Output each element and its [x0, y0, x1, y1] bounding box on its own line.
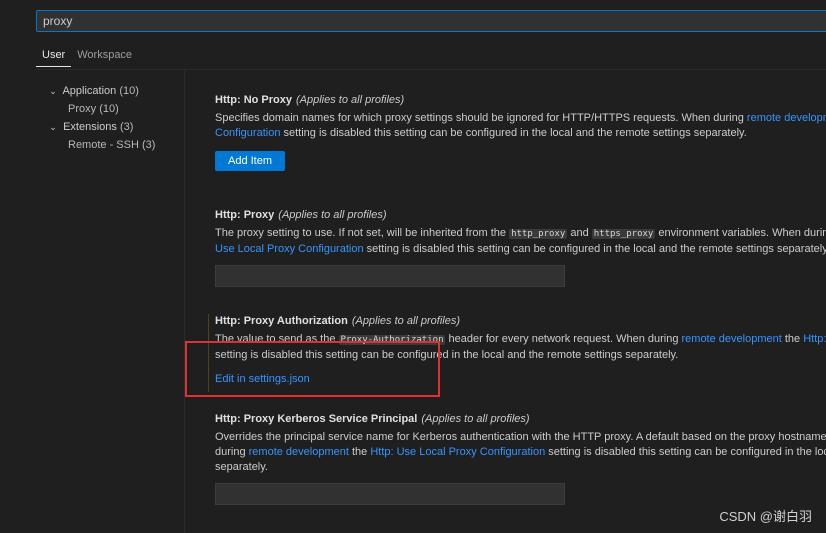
- setting-title: Http: Proxy Kerberos Service Principal (A…: [215, 411, 826, 427]
- inline-code: http_proxy: [509, 229, 568, 239]
- settings-toc-tree: ⌄ Application (10) Proxy (10) ⌄ Extensio…: [44, 82, 184, 154]
- setting-http-proxy: Http: Proxy (Applies to all profiles) The…: [215, 207, 826, 287]
- add-item-button[interactable]: Add Item: [215, 151, 286, 171]
- use-local-proxy-configuration-link[interactable]: Use Local Proxy Configuration: [215, 243, 364, 255]
- search-input[interactable]: [43, 11, 803, 31]
- proxy-input[interactable]: [215, 265, 565, 287]
- setting-http-proxy-kerberos: Http: Proxy Kerberos Service Principal (A…: [215, 411, 826, 505]
- tree-item-proxy[interactable]: Proxy (10): [44, 100, 184, 118]
- setting-description: Overrides the principal service name for…: [215, 430, 826, 475]
- desc-text: environment variables. When during: [655, 227, 826, 239]
- setting-title-text: Http: Proxy Authorization: [215, 315, 348, 327]
- tree-item-remote-ssh[interactable]: Remote - SSH (3): [44, 136, 184, 154]
- setting-title: Http: Proxy Authorization (Applies to all…: [215, 313, 826, 329]
- tree-item-label: Extensions: [63, 121, 117, 133]
- red-annotation-box: [185, 341, 440, 397]
- tree-item-count: (3): [119, 121, 134, 133]
- setting-scope: (Applies to all profiles): [421, 413, 530, 425]
- tree-item-count: (10): [99, 103, 119, 115]
- setting-scope: (Applies to all profiles): [351, 315, 461, 327]
- tab-workspace[interactable]: Workspace: [71, 44, 138, 66]
- chevron-down-icon: ⌄: [49, 86, 57, 96]
- settings-editor: User Workspace ⌄ Application (10) Proxy …: [0, 0, 826, 533]
- tree-item-count: (3): [141, 139, 156, 151]
- tree-item-extensions[interactable]: ⌄ Extensions (3): [44, 118, 184, 136]
- desc-text: Overrides the principal service name for…: [215, 431, 826, 443]
- proxy-configuration-link[interactable]: Configuration: [215, 127, 280, 139]
- setting-title: Http: No Proxy (Applies to all profiles): [215, 92, 826, 108]
- chevron-down-icon: ⌄: [49, 122, 57, 132]
- remote-development-link[interactable]: remote development: [747, 112, 826, 124]
- toc-divider: [184, 70, 185, 533]
- setting-title-text: Http: No Proxy: [215, 94, 292, 106]
- setting-description: Specifies domain names for which proxy s…: [215, 111, 826, 141]
- tabs-divider: [36, 69, 826, 70]
- desc-text: setting is disabled this setting can be …: [545, 446, 826, 458]
- settings-scope-tabs: User Workspace: [36, 44, 138, 68]
- watermark: CSDN @谢白羽: [719, 509, 812, 524]
- setting-scope: (Applies to all profiles): [278, 209, 387, 221]
- setting-description: The proxy setting to use. If not set, wi…: [215, 226, 826, 257]
- desc-text: setting is disabled this setting can be …: [280, 127, 747, 139]
- setting-title-text: Http: Proxy Kerberos Service Principal: [215, 413, 418, 425]
- desc-text: during: [215, 446, 249, 458]
- desc-text: separately.: [215, 461, 268, 473]
- tree-item-count: (10): [119, 85, 139, 97]
- desc-text: the: [781, 333, 804, 345]
- tab-user[interactable]: User: [36, 44, 72, 67]
- tree-item-label: Remote - SSH: [68, 139, 139, 151]
- remote-development-link[interactable]: remote development: [249, 446, 349, 458]
- desc-text: setting is disabled this setting can be …: [363, 243, 826, 255]
- kerberos-principal-input[interactable]: [215, 483, 565, 505]
- use-local-proxy-configuration-link[interactable]: Http: Use Local Proxy Configuration: [370, 446, 545, 458]
- inline-code: https_proxy: [591, 229, 656, 239]
- tree-item-application[interactable]: ⌄ Application (10): [44, 82, 184, 100]
- tree-item-label: Proxy: [68, 103, 97, 115]
- desc-text: the: [348, 446, 371, 458]
- settings-search-box[interactable]: [36, 10, 826, 32]
- setting-scope: (Applies to all profiles): [296, 94, 405, 106]
- desc-text: and: [567, 227, 592, 239]
- desc-text: Specifies domain names for which proxy s…: [215, 112, 747, 124]
- desc-text: The proxy setting to use. If not set, wi…: [215, 227, 510, 239]
- desc-text: header for every network request. When d…: [445, 333, 682, 345]
- setting-title: Http: Proxy (Applies to all profiles): [215, 207, 826, 223]
- setting-http-no-proxy: Http: No Proxy (Applies to all profiles) …: [215, 92, 826, 171]
- setting-title-text: Http: Proxy: [215, 209, 275, 221]
- use-local-proxy-configuration-link[interactable]: Http: Us: [803, 333, 826, 345]
- tree-item-label: Application: [62, 85, 117, 97]
- remote-development-link[interactable]: remote development: [682, 333, 782, 345]
